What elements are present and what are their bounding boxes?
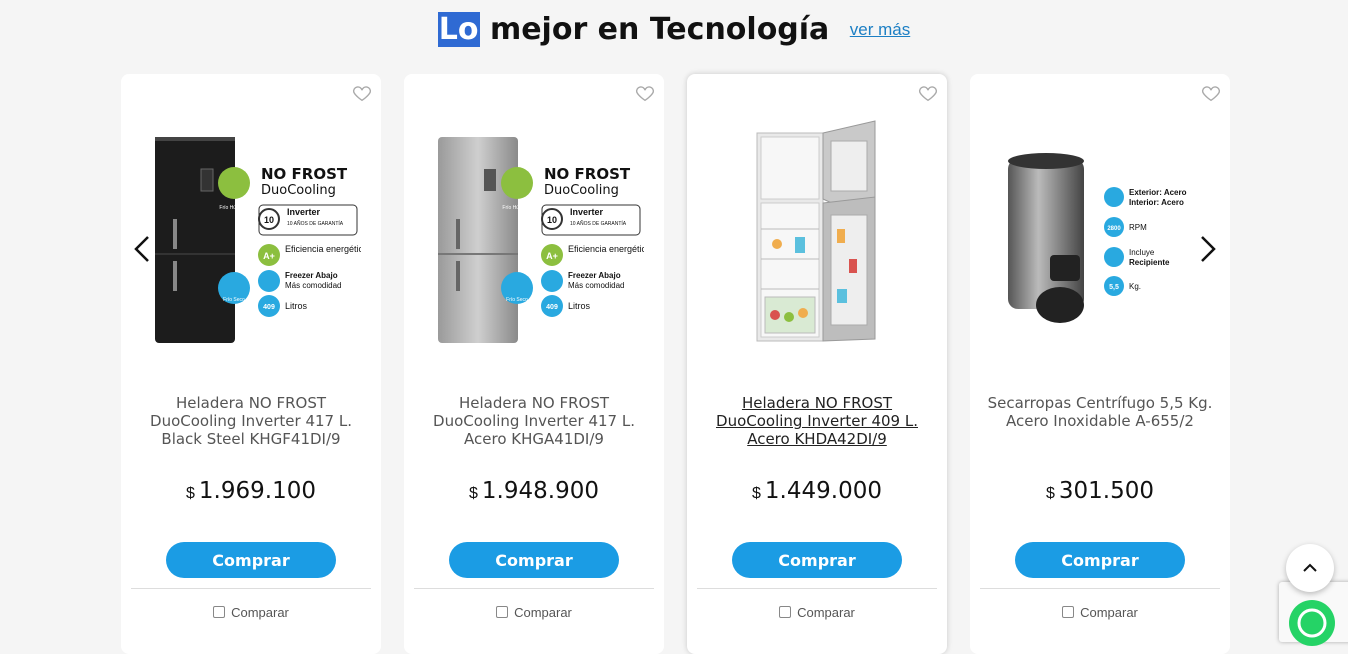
svg-text:Exterior: Acero: Exterior: Acero bbox=[1129, 188, 1187, 197]
product-price: $301.500 bbox=[1045, 478, 1155, 504]
chevron-right-icon[interactable] bbox=[1198, 233, 1218, 265]
scroll-to-top-button[interactable] bbox=[1286, 544, 1334, 592]
section-title: Lo mejor en Tecnología bbox=[437, 12, 830, 47]
svg-text:DuoCooling: DuoCooling bbox=[544, 183, 619, 198]
svg-text:NO FROST: NO FROST bbox=[544, 165, 631, 183]
svg-text:Recipiente: Recipiente bbox=[1129, 258, 1170, 267]
buy-button[interactable]: Comprar bbox=[732, 542, 902, 578]
svg-text:DuoCooling: DuoCooling bbox=[261, 183, 336, 198]
svg-text:Eficiencia energética A+: Eficiencia energética A+ bbox=[285, 244, 361, 254]
buy-button[interactable]: Comprar bbox=[1015, 542, 1185, 578]
svg-text:10 AÑOS DE GARANTÍA: 10 AÑOS DE GARANTÍA bbox=[287, 220, 344, 227]
svg-text:NO FROST: NO FROST bbox=[261, 165, 348, 183]
product-price: $1.969.100 bbox=[186, 478, 316, 504]
product-card: Exterior: Acero Interior: Acero 2800 RPM… bbox=[970, 74, 1230, 654]
svg-text:Interior: Acero: Interior: Acero bbox=[1129, 198, 1184, 207]
svg-text:A+: A+ bbox=[546, 251, 558, 261]
divider bbox=[697, 588, 937, 589]
product-image[interactable]: Frío Húmedo Frío Seco NO FROST DuoCoolin… bbox=[424, 119, 644, 349]
compare-checkbox[interactable] bbox=[213, 606, 226, 618]
whatsapp-button[interactable] bbox=[1289, 600, 1335, 646]
svg-text:Freezer Abajo: Freezer Abajo bbox=[568, 271, 621, 280]
svg-text:10: 10 bbox=[547, 215, 557, 225]
svg-text:Más comodidad: Más comodidad bbox=[285, 281, 341, 290]
compare-option[interactable]: Comparar bbox=[121, 605, 381, 620]
whatsapp-icon bbox=[1297, 608, 1327, 638]
product-image[interactable] bbox=[707, 119, 927, 349]
svg-text:Inverter: Inverter bbox=[570, 207, 604, 217]
divider bbox=[131, 588, 371, 589]
heart-icon[interactable] bbox=[1200, 82, 1222, 104]
section-header: Lo mejor en Tecnología ver más bbox=[0, 12, 1348, 47]
product-price: $1.449.000 bbox=[752, 478, 882, 504]
compare-checkbox[interactable] bbox=[1062, 606, 1075, 618]
product-card: Frío Húmedo Frío Seco NO FROST DuoCoolin… bbox=[121, 74, 381, 654]
product-image[interactable]: Frío Húmedo Frío Seco NO FROST DuoCoolin… bbox=[141, 119, 361, 349]
svg-text:5,5: 5,5 bbox=[1109, 284, 1119, 291]
svg-text:Incluye: Incluye bbox=[1129, 248, 1155, 257]
product-price: $1.948.900 bbox=[469, 478, 599, 504]
buy-button[interactable]: Comprar bbox=[166, 542, 336, 578]
title-highlight: Lo bbox=[437, 12, 480, 47]
svg-text:Frío Húmedo: Frío Húmedo bbox=[502, 205, 531, 211]
chevron-left-icon[interactable] bbox=[132, 233, 152, 265]
svg-text:Frío Seco: Frío Seco bbox=[506, 297, 528, 303]
compare-checkbox[interactable] bbox=[496, 606, 509, 618]
compare-option[interactable]: Comparar bbox=[970, 605, 1230, 620]
product-image[interactable]: Exterior: Acero Interior: Acero 2800 RPM… bbox=[990, 119, 1210, 349]
product-card: Heladera NO FROST DuoCooling Inverter 40… bbox=[687, 74, 947, 654]
product-card: Frío Húmedo Frío Seco NO FROST DuoCoolin… bbox=[404, 74, 664, 654]
svg-text:Kg.: Kg. bbox=[1129, 282, 1141, 291]
product-name[interactable]: Secarropas Centrífugo 5,5 Kg. Acero Inox… bbox=[986, 394, 1214, 430]
svg-text:Eficiencia energética A+: Eficiencia energética A+ bbox=[568, 244, 644, 254]
svg-text:Frío Húmedo: Frío Húmedo bbox=[219, 205, 248, 211]
buy-button[interactable]: Comprar bbox=[449, 542, 619, 578]
svg-text:Freezer Abajo: Freezer Abajo bbox=[285, 271, 338, 280]
svg-text:10: 10 bbox=[264, 215, 274, 225]
product-name[interactable]: Heladera NO FROST DuoCooling Inverter 41… bbox=[420, 394, 648, 448]
svg-text:10 AÑOS DE GARANTÍA: 10 AÑOS DE GARANTÍA bbox=[570, 220, 627, 227]
heart-icon[interactable] bbox=[917, 82, 939, 104]
compare-checkbox[interactable] bbox=[779, 606, 792, 618]
product-name[interactable]: Heladera NO FROST DuoCooling Inverter 41… bbox=[137, 394, 365, 448]
svg-text:Inverter: Inverter bbox=[287, 207, 321, 217]
product-name[interactable]: Heladera NO FROST DuoCooling Inverter 40… bbox=[703, 394, 931, 448]
svg-text:409: 409 bbox=[546, 304, 558, 311]
svg-text:Frío Seco: Frío Seco bbox=[223, 297, 245, 303]
svg-text:RPM: RPM bbox=[1129, 223, 1147, 232]
compare-option[interactable]: Comparar bbox=[404, 605, 664, 620]
svg-text:Litros: Litros bbox=[285, 301, 308, 311]
divider bbox=[980, 588, 1220, 589]
heart-icon[interactable] bbox=[634, 82, 656, 104]
svg-text:Más comodidad: Más comodidad bbox=[568, 281, 624, 290]
svg-text:2800: 2800 bbox=[1107, 226, 1121, 232]
svg-text:409: 409 bbox=[263, 304, 275, 311]
divider bbox=[414, 588, 654, 589]
svg-text:Litros: Litros bbox=[568, 301, 591, 311]
title-rest: mejor en Tecnología bbox=[479, 12, 830, 47]
svg-text:A+: A+ bbox=[263, 251, 275, 261]
compare-option[interactable]: Comparar bbox=[687, 605, 947, 620]
chevron-up-icon bbox=[1303, 563, 1317, 572]
heart-icon[interactable] bbox=[351, 82, 373, 104]
see-more-link[interactable]: ver más bbox=[850, 20, 910, 40]
